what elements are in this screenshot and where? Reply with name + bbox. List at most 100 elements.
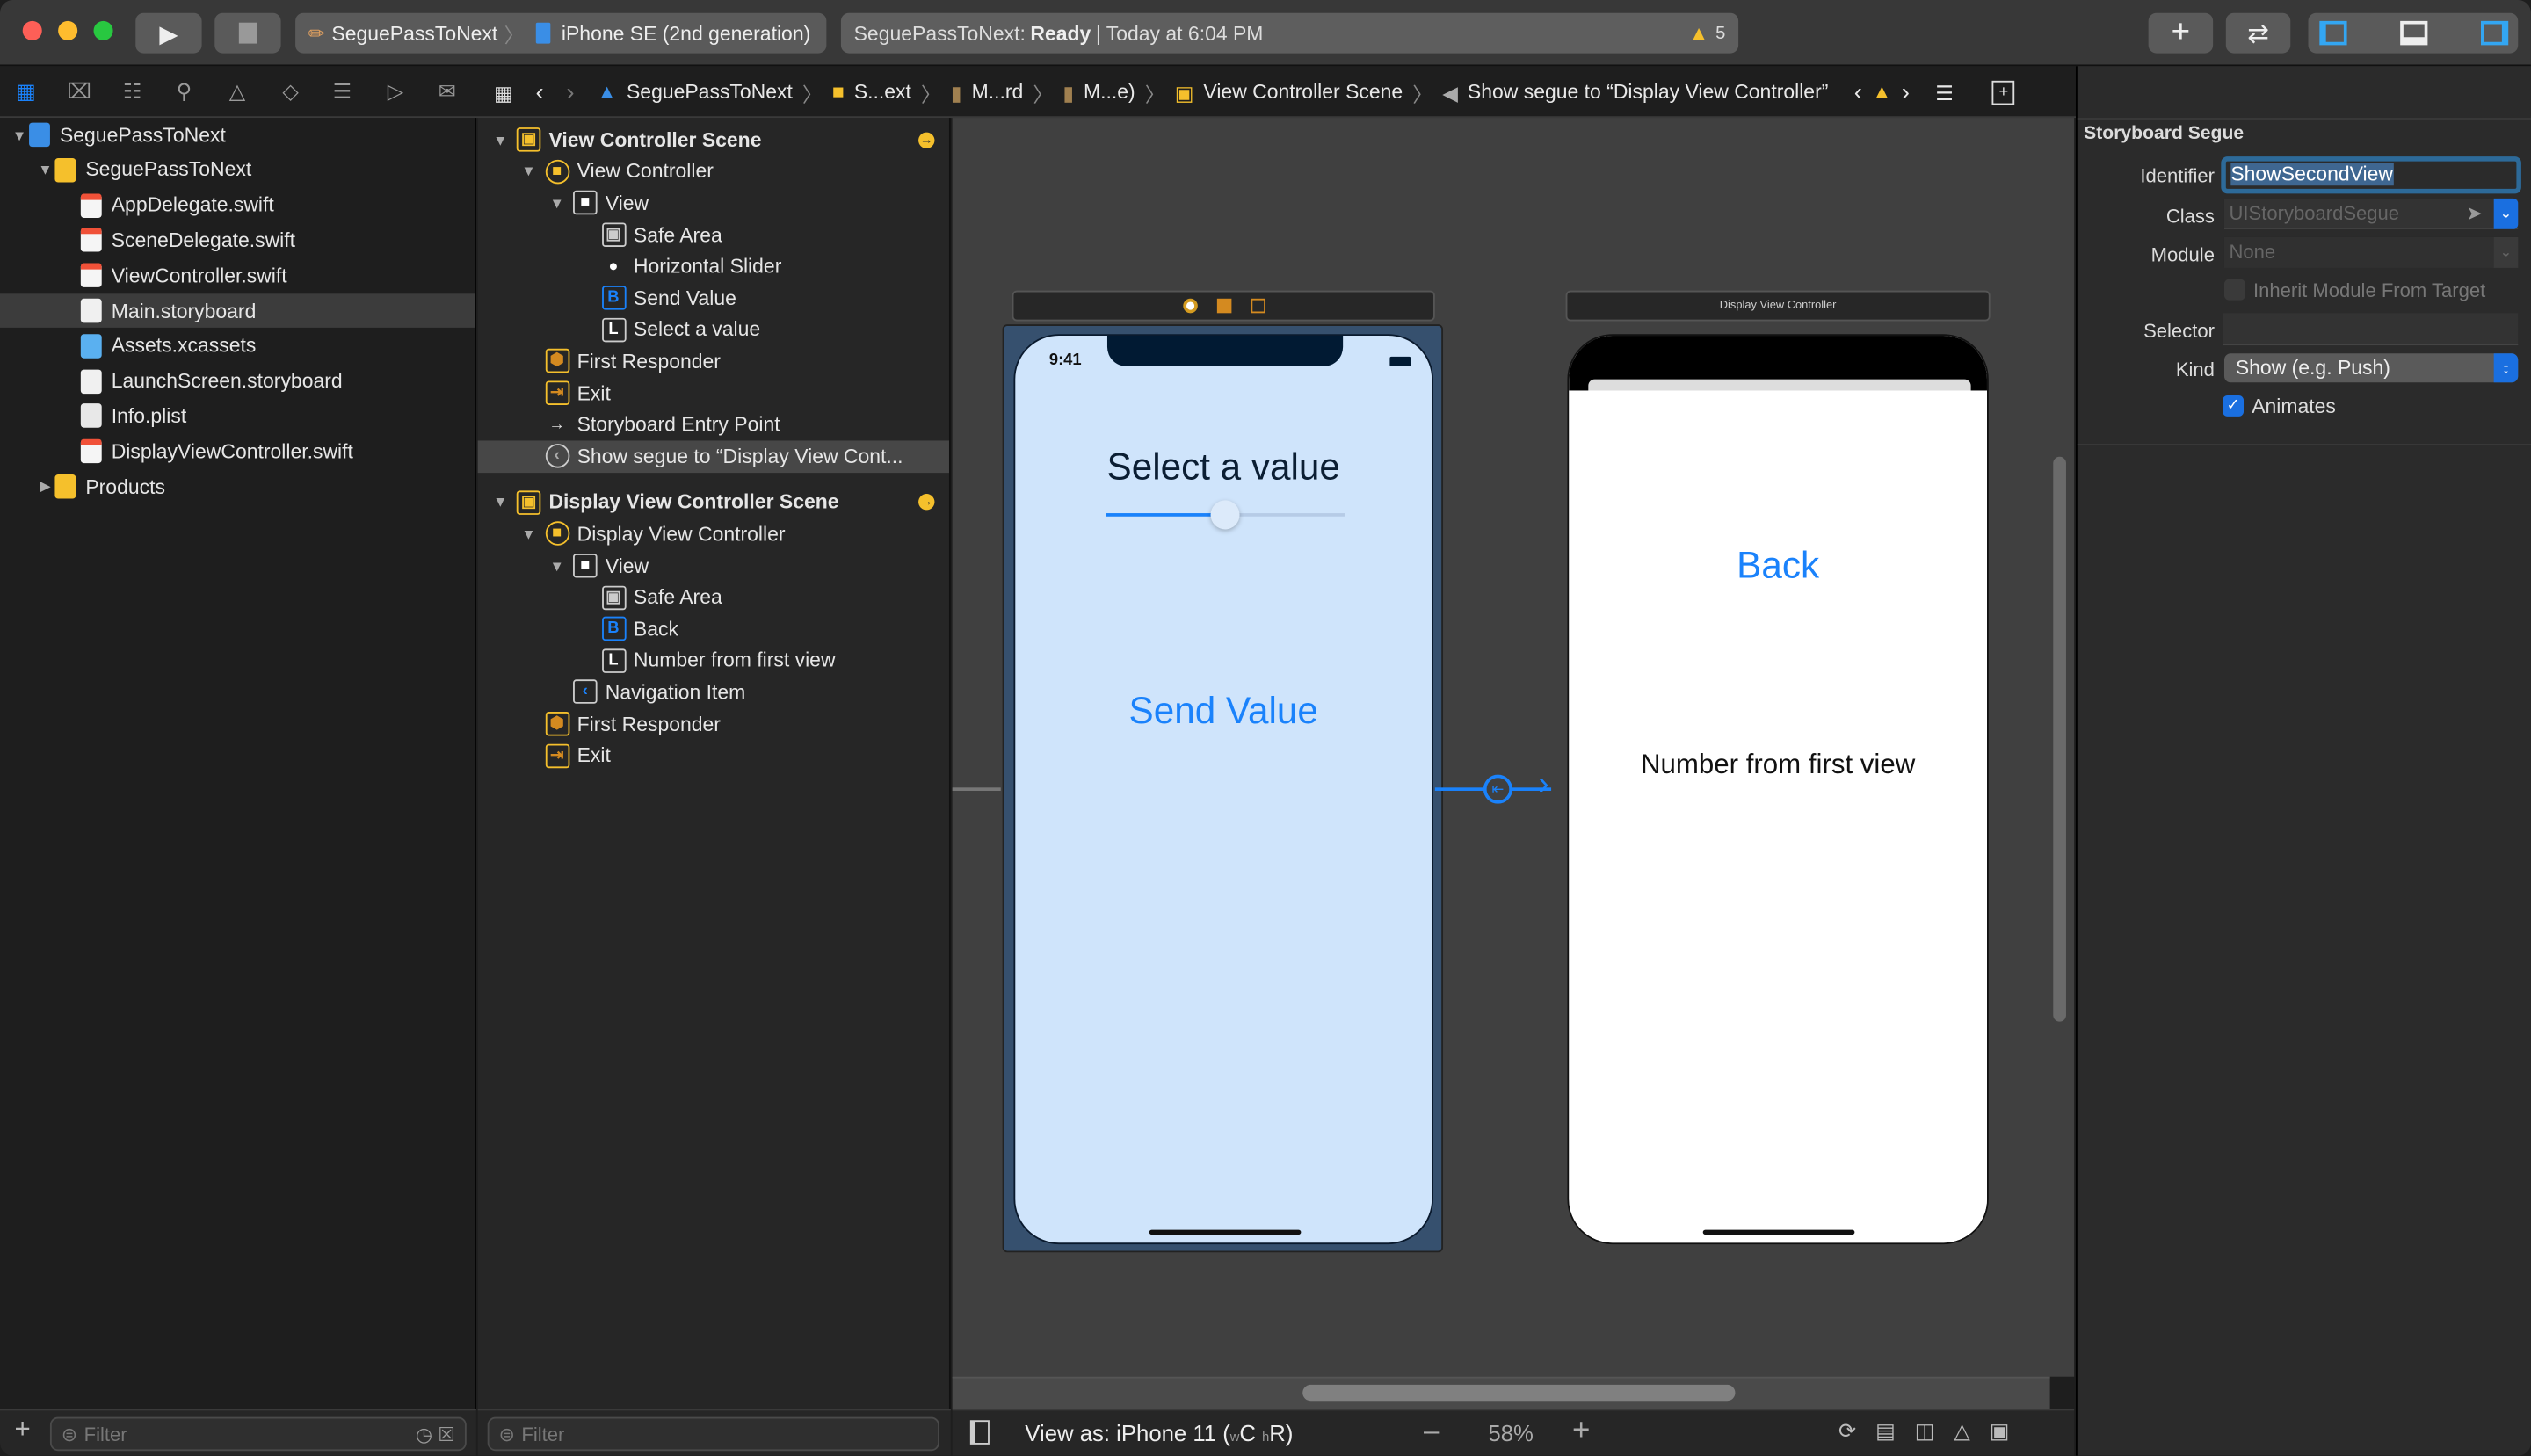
navigator-item[interactable]: Main.storyboard [0,293,475,328]
test-navigator-icon[interactable]: ◇ [276,77,305,106]
toggle-inspector-icon[interactable] [2480,20,2508,46]
align-icon[interactable]: ◫ [1915,1418,1954,1443]
outline-item[interactable]: L Select a value [478,314,949,345]
class-dropdown-chevron-icon[interactable]: ⌄ [2493,198,2519,229]
entry-point-arrow[interactable] [952,787,1001,791]
project-navigator-icon[interactable]: ▦ [11,77,40,106]
navigator-item[interactable]: Info.plist [0,399,475,433]
navigator-item[interactable]: DisplayViewController.swift [0,434,475,468]
navigator-item[interactable]: SceneDelegate.swift [0,223,475,257]
identifier-field[interactable]: ShowSecondView [2221,156,2521,194]
add-file-button[interactable]: + [15,1414,31,1446]
slider-thumb[interactable] [1210,500,1240,530]
disclosure-open-icon[interactable]: ▼ [10,127,29,142]
horizontal-slider[interactable] [1106,500,1345,530]
symbol-navigator-icon[interactable]: ☷ [118,77,147,106]
outline-item[interactable]: ‹ Navigation Item [478,677,949,708]
zoom-out-button[interactable]: – [1424,1416,1439,1448]
library-button[interactable]: + [2148,12,2214,54]
outline-item[interactable]: L Number from first view [478,645,949,677]
navigator-item[interactable]: Assets.xcassets [0,329,475,363]
module-field[interactable]: None ⌄ [2223,236,2519,268]
disclosure-open-icon[interactable]: ▼ [490,495,510,511]
navigator-item[interactable]: LaunchScreen.storyboard [0,364,475,398]
navigator-filter-input[interactable]: ⊜ Filter ◷ ☒ [49,1416,467,1452]
outline-item[interactable]: ▼ ■ Display View Controller [478,518,949,550]
issue-navigator-icon[interactable]: △ [222,77,251,106]
toggle-debug-area-icon[interactable] [2399,20,2427,46]
outline-item[interactable]: ⬢ First Responder [478,708,949,740]
document-items-icon[interactable]: ☰ [1935,80,1954,105]
scene-title-bar[interactable]: Display View Controller [1565,290,1991,322]
jumpbar-item[interactable]: S...ext [854,81,911,104]
outline-item[interactable]: ▼ ■ View Controller [478,156,949,187]
navigator-item[interactable]: ▼ SeguePassToNext [0,118,475,152]
disclosure-open-icon[interactable]: ▼ [490,132,510,148]
outline-item[interactable]: ▼ ▣ Display View Controller Scene → [478,487,949,518]
warning-icon[interactable]: ▲ [1872,81,1892,104]
source-control-navigator-icon[interactable]: ⌧ [64,77,93,106]
outline-item[interactable]: ‹ Show segue to “Display View Cont... [477,440,949,473]
debug-navigator-icon[interactable]: ☰ [328,77,357,106]
kind-select[interactable]: Show (e.g. Push) ↕ [2223,353,2519,383]
navigator-item[interactable]: ViewController.swift [0,258,475,293]
disclosure-open-icon[interactable]: ▼ [548,558,567,574]
view-controller-screen[interactable]: 9:41 Select a value Send Value [1013,334,1433,1245]
module-dropdown-chevron-icon[interactable]: ⌄ [2493,236,2519,268]
forward-icon[interactable]: › [566,78,574,105]
toggle-navigator-icon[interactable] [2318,20,2346,46]
selector-field[interactable] [2223,313,2519,346]
previous-issue-icon[interactable]: ‹ [1854,78,1862,105]
update-frames-icon[interactable]: ⟳ [1838,1418,1875,1443]
outline-item[interactable]: ● Horizontal Slider [478,250,949,282]
outline-item[interactable]: ▼ ■ View [478,550,949,582]
outline-item[interactable]: B Send Value [478,282,949,314]
navigator-item[interactable]: AppDelegate.swift [0,188,475,222]
code-review-button[interactable]: ⇄ [2225,12,2291,54]
horizontal-scrollbar[interactable] [1302,1384,1736,1402]
outline-item[interactable]: ▣ Safe Area [478,582,949,613]
recent-files-icon[interactable]: ◷ ☒ [416,1423,455,1445]
disclosure-closed-icon[interactable]: ▶ [35,478,54,496]
jumpbar-item[interactable]: SeguePassToNext [627,81,793,104]
back-button[interactable]: Back [1569,544,1987,588]
outline-item[interactable]: ⬢ First Responder [478,345,949,377]
resolve-issues-icon[interactable]: ▣ [1990,1418,2029,1443]
go-to-scene-icon[interactable]: → [918,132,935,148]
report-navigator-icon[interactable]: ✉ [432,77,461,106]
class-field[interactable]: UIStoryboardSegue ➤ ⌄ [2223,198,2519,229]
jumpbar-item[interactable]: M...rd [972,81,1024,104]
send-value-button[interactable]: Send Value [1015,689,1432,733]
outline-item[interactable]: → Storyboard Entry Point [478,409,949,440]
disclosure-open-icon[interactable]: ▼ [548,195,567,211]
outline-item[interactable]: B Back [478,613,949,645]
find-navigator-icon[interactable]: ⚲ [170,77,199,106]
animates-checkbox[interactable]: ✓ [2223,395,2245,417]
inherit-module-checkbox[interactable] [2223,279,2245,301]
next-issue-icon[interactable]: › [1902,78,1910,105]
go-to-class-icon[interactable]: ➤ [2466,199,2482,228]
add-constraints-icon[interactable]: △ [1954,1418,1989,1443]
outline-item[interactable]: ⇥ Exit [478,740,949,771]
jumpbar-item[interactable]: Show segue to “Display View Controller” [1468,81,1828,104]
scheme-selector[interactable]: ✏ SeguePassToNext 〉 iPhone SE (2nd gener… [295,12,827,54]
vertical-scrollbar[interactable] [2053,456,2066,1022]
disclosure-open-icon[interactable]: ▼ [519,163,538,179]
outline-item[interactable]: ⇥ Exit [478,377,949,409]
warnings-indicator[interactable]: ▲ 5 [1688,21,1725,46]
display-view-controller-screen[interactable]: Back Number from first view [1567,334,1989,1245]
toggle-outline-icon[interactable] [969,1420,990,1445]
select-value-label[interactable]: Select a value [1015,445,1432,489]
add-editor-icon[interactable]: + [1991,79,2015,105]
outline-item[interactable]: ▼ ▣ View Controller Scene → [478,124,949,156]
outline-item[interactable]: ▼ ■ View [478,187,949,219]
jumpbar-item[interactable]: View Controller Scene [1203,81,1403,104]
embed-in-stack-icon[interactable]: ▤ [1875,1418,1915,1443]
segue-show-icon[interactable]: ⇤ [1483,774,1512,804]
navigator-item[interactable]: ▶ Products [0,469,475,503]
close-window-button[interactable] [22,20,42,40]
storyboard-canvas[interactable]: 9:41 Select a value Send Value ⇤ › Displ… [952,118,2075,1377]
outline-filter-input[interactable]: ⊜ Filter [487,1416,939,1452]
disclosure-open-icon[interactable]: ▼ [519,526,538,542]
minimize-window-button[interactable] [58,20,78,40]
